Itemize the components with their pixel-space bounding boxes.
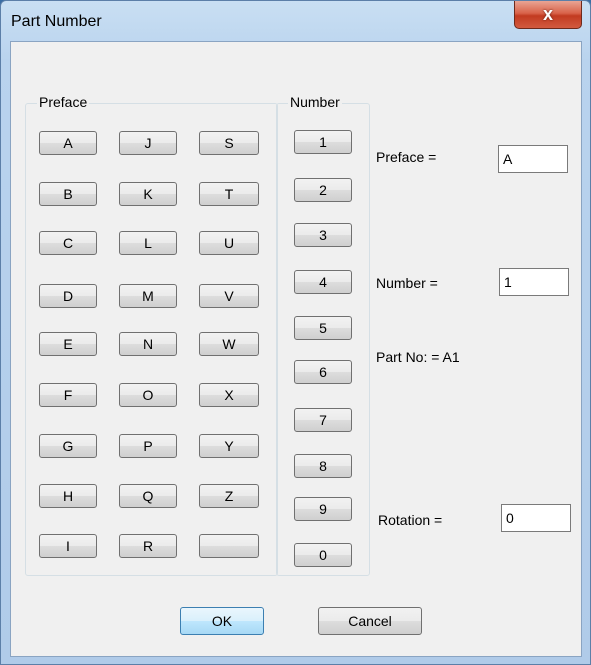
- number-button[interactable]: 1: [294, 130, 352, 154]
- ok-button[interactable]: OK: [180, 607, 264, 635]
- number-field[interactable]: [499, 268, 569, 296]
- number-button[interactable]: 4: [294, 270, 352, 294]
- preface-button-label: C: [62, 235, 74, 251]
- preface-button[interactable]: Q: [119, 484, 177, 508]
- preface-button-label: N: [142, 336, 154, 352]
- preface-button[interactable]: Z: [199, 484, 259, 508]
- preface-button-label: T: [224, 186, 234, 202]
- preface-button-label: J: [144, 135, 152, 151]
- preface-button-label: S: [224, 135, 234, 151]
- rotation-value-label: Rotation =: [378, 512, 443, 528]
- number-group-label: Number: [288, 94, 342, 110]
- number-button-label: 3: [319, 227, 327, 243]
- number-button[interactable]: 0: [294, 543, 352, 567]
- preface-button[interactable]: X: [199, 383, 259, 407]
- cancel-button-label: Cancel: [348, 613, 392, 629]
- preface-button[interactable]: I: [39, 534, 97, 558]
- preface-button[interactable]: L: [119, 231, 177, 255]
- preface-button-label: F: [63, 387, 73, 403]
- preface-group-label: Preface: [37, 94, 90, 110]
- number-button[interactable]: 3: [294, 223, 352, 247]
- preface-button[interactable]: U: [199, 231, 259, 255]
- preface-button[interactable]: V: [199, 284, 259, 308]
- preface-field[interactable]: [498, 145, 568, 173]
- number-button[interactable]: 6: [294, 360, 352, 384]
- part-number-dialog: Part Number x Preface A B C D E F G H I J K L M N O P Q R…: [0, 0, 591, 665]
- close-icon: x: [542, 4, 553, 24]
- preface-button-label: D: [62, 288, 74, 304]
- number-button[interactable]: 8: [294, 454, 352, 478]
- preface-button-label: W: [222, 336, 236, 352]
- preface-button-label: L: [144, 235, 152, 251]
- preface-button-label: H: [62, 488, 74, 504]
- ok-button-label: OK: [211, 613, 233, 629]
- preface-button[interactable]: A: [39, 131, 97, 155]
- preface-button[interactable]: F: [39, 383, 97, 407]
- number-button-label: 0: [319, 547, 327, 563]
- preface-button-label: G: [62, 438, 74, 454]
- preface-button-label: E: [63, 336, 73, 352]
- preface-button[interactable]: N: [119, 332, 177, 356]
- title-bar[interactable]: Part Number x: [1, 1, 590, 41]
- preface-button[interactable]: [199, 534, 259, 558]
- preface-button-label: A: [63, 135, 73, 151]
- preface-button[interactable]: D: [39, 284, 97, 308]
- number-button-label: 9: [319, 501, 327, 517]
- dialog-client-area: Preface A B C D E F G H I J K L M N O P Q R S T U V W X Y Z Numbe…: [10, 41, 582, 657]
- preface-button-label: B: [63, 186, 73, 202]
- preface-button[interactable]: M: [119, 284, 177, 308]
- number-button[interactable]: 5: [294, 316, 352, 340]
- preface-button[interactable]: S: [199, 131, 259, 155]
- rotation-field[interactable]: [501, 504, 571, 532]
- preface-button-label: X: [224, 387, 234, 403]
- preface-button-label: P: [143, 438, 153, 454]
- number-button-label: 6: [319, 364, 327, 380]
- preface-button[interactable]: O: [119, 383, 177, 407]
- number-button[interactable]: 7: [294, 408, 352, 432]
- window-title: Part Number: [11, 13, 102, 30]
- preface-button[interactable]: R: [119, 534, 177, 558]
- preface-button[interactable]: C: [39, 231, 97, 255]
- preface-button-label: V: [224, 288, 234, 304]
- preface-button[interactable]: W: [199, 332, 259, 356]
- number-value-label: Number =: [376, 275, 438, 291]
- close-button[interactable]: x: [514, 1, 582, 29]
- number-button[interactable]: 2: [294, 178, 352, 202]
- preface-button-label: R: [142, 538, 154, 554]
- preface-button-label: Q: [142, 488, 154, 504]
- preface-button[interactable]: J: [119, 131, 177, 155]
- preface-value-label: Preface =: [376, 149, 437, 165]
- preface-button-label: K: [143, 186, 153, 202]
- number-button-label: 8: [319, 458, 327, 474]
- cancel-button[interactable]: Cancel: [318, 607, 422, 635]
- number-button-label: 7: [319, 412, 327, 428]
- preface-button-label: M: [142, 288, 154, 304]
- part-no-display: Part No: = A1: [376, 349, 460, 365]
- preface-button[interactable]: Y: [199, 434, 259, 458]
- preface-button-label: U: [223, 235, 235, 251]
- preface-button[interactable]: E: [39, 332, 97, 356]
- preface-button[interactable]: G: [39, 434, 97, 458]
- preface-button-label: Y: [224, 438, 234, 454]
- preface-button[interactable]: K: [119, 182, 177, 206]
- number-button-label: 5: [319, 320, 327, 336]
- number-button-label: 1: [319, 134, 327, 150]
- preface-button-label: I: [66, 538, 70, 554]
- preface-button-label: Z: [224, 488, 234, 504]
- number-button[interactable]: 9: [294, 497, 352, 521]
- preface-button[interactable]: T: [199, 182, 259, 206]
- preface-button[interactable]: B: [39, 182, 97, 206]
- preface-button[interactable]: H: [39, 484, 97, 508]
- number-button-label: 2: [319, 182, 327, 198]
- number-button-label: 4: [319, 274, 327, 290]
- preface-button-label: O: [142, 387, 154, 403]
- preface-button[interactable]: P: [119, 434, 177, 458]
